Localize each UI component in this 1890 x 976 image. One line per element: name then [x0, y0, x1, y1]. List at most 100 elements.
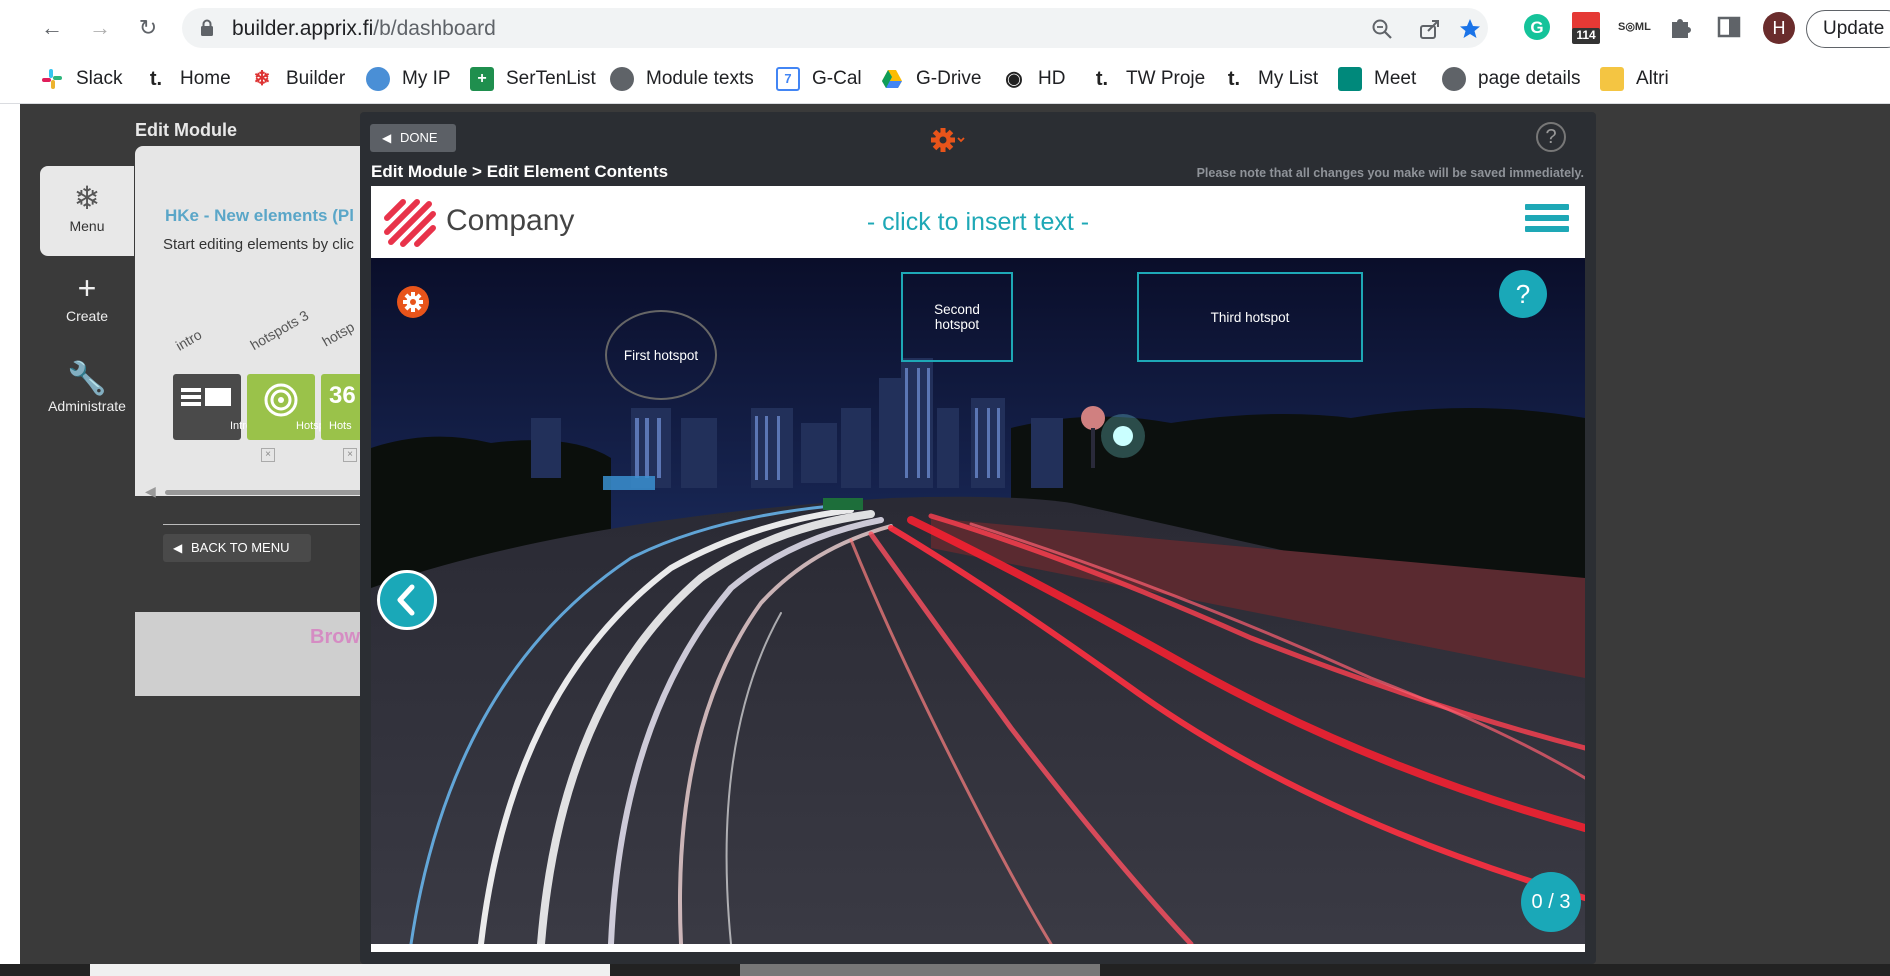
hotspot-third[interactable]: Third hotspot	[1137, 272, 1363, 362]
back-to-menu-button[interactable]: ◀ BACK TO MENU	[163, 534, 311, 562]
browse-area	[135, 612, 395, 696]
module-subtitle: Start editing elements by clic	[163, 236, 354, 253]
bookmark-label: Meet	[1374, 68, 1417, 89]
bookmark-label: page details	[1478, 68, 1581, 89]
element-name: intro	[172, 326, 205, 354]
hotspot-counter: 0 / 3	[1521, 872, 1581, 932]
calendar-icon: 7	[776, 67, 800, 91]
back-arrow-icon[interactable]: ←	[38, 14, 66, 42]
update-button[interactable]: Update	[1806, 10, 1890, 48]
bookmark-star-icon[interactable]	[1458, 17, 1482, 41]
hamburger-menu-icon[interactable]	[1525, 204, 1569, 240]
plus-icon: +	[77, 270, 97, 306]
previous-slide-button[interactable]	[377, 570, 437, 630]
bookmark-slack[interactable]: Slack	[40, 64, 122, 94]
chevron-down-icon	[957, 137, 965, 143]
page-edge	[0, 104, 20, 976]
bookmark-label: TW Proje	[1126, 68, 1206, 89]
bookmark-builder[interactable]: ❄ Builder	[250, 64, 346, 94]
module-preview: Company - click to insert text - First h…	[371, 186, 1585, 952]
bookmark-label: My List	[1258, 68, 1319, 89]
t-icon: t.	[1227, 68, 1241, 90]
sidebar-item-menu[interactable]: ❄ Menu	[40, 166, 134, 256]
bookmark-label: Slack	[76, 68, 123, 89]
sidebar-item-label: Create	[65, 308, 109, 324]
sidebar-item-label: Menu	[69, 218, 105, 234]
preview-help-icon[interactable]: ?	[1499, 270, 1547, 318]
element-tile-intro[interactable]: Intro	[173, 374, 252, 440]
bookmark-g-cal[interactable]: 7 G-Cal	[776, 64, 862, 94]
grammarly-icon[interactable]: G	[1522, 12, 1552, 42]
bottom-scrollbar[interactable]	[0, 964, 1890, 976]
scroll-left-icon[interactable]: ◀	[145, 483, 156, 500]
globe-icon	[1442, 67, 1466, 91]
element-tile-hotspot[interactable]: Hotspot	[247, 374, 334, 440]
bookmark-label: G-Drive	[916, 68, 982, 89]
bookmark-label: My IP	[402, 68, 451, 89]
extensions-puzzle-icon[interactable]	[1666, 12, 1696, 42]
t-icon: t.	[1095, 68, 1109, 90]
bookmark-module-texts[interactable]: Module texts	[610, 64, 754, 94]
address-bar[interactable]: builder.apprix.fi/b/dashboard	[182, 8, 1488, 48]
calendar-extension-icon[interactable]: 114	[1570, 10, 1602, 46]
hotspot-first[interactable]: First hotspot	[605, 310, 717, 400]
reload-icon[interactable]: ↻	[134, 14, 162, 42]
bookmark-sertenlist[interactable]: + SerTenList	[470, 64, 596, 94]
done-button[interactable]: ◀ DONE	[370, 124, 456, 152]
insert-text-placeholder[interactable]: - click to insert text -	[371, 208, 1585, 237]
edit-element-modal: ◀ DONE ? Edit Module > Edit Element Cont…	[360, 112, 1596, 964]
element-name: hotsp	[319, 318, 357, 350]
autosave-note: Please note that all changes you make wi…	[1196, 166, 1584, 180]
bookmark-label: Builder	[286, 68, 346, 89]
triangle-left-icon: ◀	[382, 131, 392, 145]
bookmark-altri[interactable]: Altri	[1600, 64, 1669, 94]
bookmark-hd[interactable]: ◉ HD	[1002, 64, 1065, 94]
back-to-menu-label: BACK TO MENU	[191, 540, 290, 555]
layout-icon	[181, 388, 231, 406]
sidebar-item-label: Administrate	[48, 398, 126, 414]
hotspot-second[interactable]: Second hotspot	[901, 272, 1013, 362]
meet-icon	[1338, 67, 1362, 91]
bookmark-g-drive[interactable]: G-Drive	[880, 64, 981, 94]
bookmark-label: SerTenList	[506, 68, 596, 89]
share-icon[interactable]	[1418, 17, 1442, 41]
triangle-left-icon: ◀	[173, 541, 183, 555]
bookmark-page-details[interactable]: page details	[1442, 64, 1580, 94]
slack-icon	[42, 69, 62, 89]
bookmark-my-list[interactable]: t. My List	[1222, 64, 1318, 94]
settings-gear-icon[interactable]	[930, 126, 966, 154]
wrench-icon: 🔧	[67, 360, 107, 396]
bookmark-label: Module texts	[646, 68, 754, 89]
profile-avatar[interactable]: H	[1763, 12, 1795, 44]
side-panel-icon[interactable]	[1714, 12, 1744, 42]
forward-arrow-icon[interactable]: →	[86, 14, 114, 42]
scroll-thumb[interactable]	[90, 964, 610, 976]
url-text: builder.apprix.fi/b/dashboard	[232, 17, 496, 41]
module-title[interactable]: HKe - New elements (Pl	[165, 206, 354, 226]
seo-extension-icon[interactable]: S◎ML	[1618, 12, 1651, 42]
help-icon[interactable]: ?	[1536, 122, 1566, 152]
zoom-icon[interactable]	[1370, 17, 1394, 41]
bookmark-tw-proje[interactable]: t. TW Proje	[1090, 64, 1205, 94]
svg-text:G: G	[1530, 18, 1543, 37]
bookmarks-bar: Slack t. Home ❄ Builder My IP + SerTenLi…	[0, 56, 1890, 104]
lock-icon	[201, 19, 213, 36]
bookmark-my-ip[interactable]: My IP	[366, 64, 451, 94]
bookmark-label: Home	[180, 68, 231, 89]
remove-icon[interactable]: ×	[343, 448, 357, 462]
chevron-left-icon	[397, 584, 415, 616]
bookmark-meet[interactable]: Meet	[1338, 64, 1416, 94]
sidebar-item-administrate[interactable]: 🔧 Administrate	[40, 346, 134, 436]
hotspot-background-image[interactable]: First hotspot Second hotspot Third hotsp…	[371, 258, 1585, 944]
done-label: DONE	[400, 130, 438, 145]
page-title: Edit Module	[135, 120, 237, 140]
globe-icon	[610, 67, 634, 91]
remove-icon[interactable]: ×	[261, 448, 275, 462]
bookmark-home[interactable]: t. Home	[144, 64, 231, 94]
element-settings-icon[interactable]	[395, 284, 431, 320]
sidebar-item-create[interactable]: + Create	[40, 256, 134, 346]
timeline-scrollbar[interactable]: ◀	[145, 483, 395, 499]
plus-icon: +	[470, 67, 494, 91]
url-host: builder.apprix.fi	[232, 17, 374, 40]
element-name: hotspots 3	[247, 306, 312, 354]
